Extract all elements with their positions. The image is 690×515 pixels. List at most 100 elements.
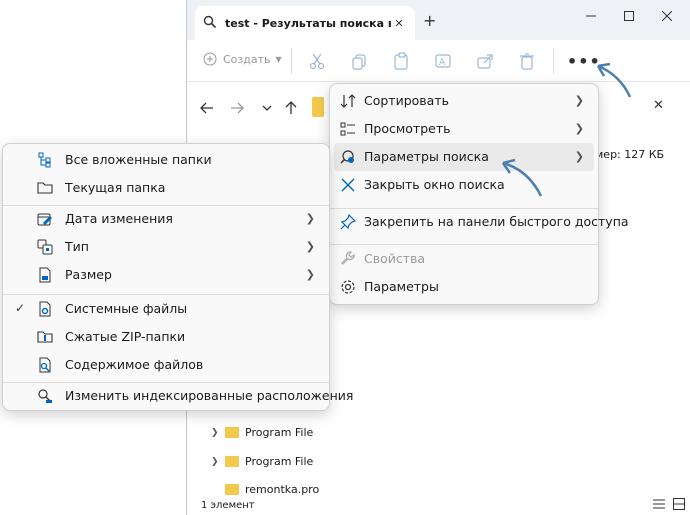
menu-item-label: Параметры поиска [364, 149, 489, 164]
folder-icon [225, 484, 239, 495]
tree-item[interactable]: remontka.pro [211, 483, 319, 496]
wrench-icon [340, 251, 356, 267]
tiles-view-icon[interactable] [673, 498, 685, 513]
toolbar-divider [291, 48, 292, 74]
chevron-right-icon: ❯ [305, 212, 315, 225]
menu-item-pin-quick-access[interactable]: Закрепить на панели быстрого доступа [334, 208, 629, 236]
folder-icon [225, 427, 239, 438]
folder-icon [37, 180, 53, 196]
menu-item-properties: Свойства [334, 245, 594, 273]
pin-icon [340, 213, 357, 230]
details-size: мер: 127 КБ [595, 148, 665, 161]
chevron-right-icon: ❯ [211, 427, 219, 438]
gear-icon [340, 279, 356, 295]
tree-item-label: remontka.pro [245, 483, 320, 496]
back-arrow-icon[interactable] [199, 100, 215, 116]
menu-item-view[interactable]: Просмотреть ❯ [334, 115, 594, 143]
menu-item-close-search[interactable]: Закрыть окно поиска [334, 171, 594, 199]
svg-text:A: A [439, 58, 446, 68]
submenu-item-label: Все вложенные папки [65, 152, 212, 167]
submenu-item-label: Содержимое файлов [65, 357, 204, 372]
tree-item[interactable]: ❯ Program File [211, 455, 313, 468]
menu-item-label: Сортировать [364, 93, 449, 108]
create-label: Создать [223, 52, 271, 66]
cut-icon[interactable] [307, 51, 327, 71]
submenu-item-date-modified[interactable]: Дата изменения ❯ [7, 205, 325, 233]
submenu-item-current-folder[interactable]: Текущая папка [7, 174, 325, 202]
status-bar-text: 1 элемент [201, 500, 255, 511]
create-button[interactable]: Создать ▼ [203, 52, 282, 66]
sort-icon [340, 93, 356, 109]
toolbar-divider [553, 48, 554, 74]
plus-circle-icon [203, 52, 217, 66]
chevron-right-icon: ❯ [574, 150, 584, 163]
chevron-right-icon: ❯ [305, 268, 315, 281]
menu-item-label: Свойства [364, 251, 426, 266]
copy-icon[interactable] [349, 51, 369, 71]
view-icon [340, 121, 356, 137]
minimize-icon[interactable] [577, 6, 605, 26]
submenu-item-label: Текущая папка [65, 180, 166, 195]
search-options-icon [340, 149, 356, 165]
delete-icon[interactable] [517, 51, 537, 71]
chevron-right-icon: ❯ [574, 122, 584, 135]
paste-icon[interactable] [391, 51, 411, 71]
rename-icon[interactable]: A [433, 51, 453, 71]
chevron-right-icon: ❯ [305, 240, 315, 253]
menu-item-label: Просмотреть [364, 121, 451, 136]
submenu-item-label: Размер [65, 267, 112, 282]
search-icon [203, 15, 217, 32]
menu-item-search-options[interactable]: Параметры поиска ❯ [334, 143, 594, 171]
menu-item-label: Закрепить на панели быстрого доступа [364, 214, 629, 229]
submenu-item-label: Системные файлы [65, 301, 188, 316]
details-view-icon[interactable] [653, 498, 665, 513]
system-file-icon [37, 301, 53, 317]
submenu-item-label: Изменить индексированные расположения [65, 388, 354, 403]
recent-chevron-icon[interactable] [259, 100, 275, 116]
submenu-item-type[interactable]: Тип ❯ [7, 233, 325, 261]
menu-item-sort[interactable]: Сортировать ❯ [334, 87, 594, 115]
submenu-item-label: Сжатые ZIP-папки [65, 329, 186, 344]
tab-title: test - Результаты поиска в "J [225, 16, 391, 30]
address-folder-icon [312, 97, 324, 117]
title-bar: test - Результаты поиска в "J ✕ + [187, 0, 690, 40]
size-icon [37, 267, 53, 283]
submenu-item-file-contents[interactable]: Содержимое файлов [7, 351, 325, 379]
tree-item-label: Program File [245, 455, 314, 468]
tab-search-results[interactable]: test - Результаты поиска в "J ✕ [195, 6, 415, 40]
submenu-item-all-subfolders[interactable]: Все вложенные папки [7, 146, 325, 174]
submenu-item-system-files[interactable]: ✓ Системные файлы [7, 295, 325, 323]
more-options-button[interactable]: ••• [567, 52, 601, 71]
chevron-right-icon: ❯ [574, 94, 584, 107]
file-content-icon [37, 357, 53, 373]
up-arrow-icon[interactable] [283, 100, 299, 116]
window-close-icon[interactable] [653, 6, 681, 26]
tab-close-icon[interactable]: ✕ [391, 17, 407, 30]
new-tab-icon[interactable]: + [423, 11, 436, 30]
submenu-item-change-indexed-locations[interactable]: Изменить индексированные расположения [7, 382, 353, 410]
calendar-icon [37, 211, 53, 227]
tree-item[interactable]: ❯ Program File [211, 426, 313, 439]
tree-item-label: Program File [245, 426, 314, 439]
index-icon [37, 388, 53, 404]
submenu-item-zip-folders[interactable]: Сжатые ZIP-папки [7, 323, 325, 351]
menu-item-label: Закрыть окно поиска [364, 177, 505, 192]
chevron-right-icon: ❯ [211, 456, 219, 467]
search-options-submenu: Все вложенные папки Текущая папка Дата и… [2, 143, 353, 411]
zip-folder-icon [37, 329, 53, 345]
subfolders-icon [37, 152, 53, 168]
maximize-icon[interactable] [615, 6, 643, 26]
close-icon [340, 177, 356, 193]
submenu-item-label: Тип [65, 239, 89, 254]
folder-icon [225, 456, 239, 467]
more-options-menu: Сортировать ❯ Просмотреть ❯ Параметры по… [329, 83, 629, 305]
forward-arrow-icon[interactable] [229, 100, 245, 116]
checkmark-icon: ✓ [15, 301, 26, 315]
submenu-item-size[interactable]: Размер ❯ [7, 261, 325, 289]
submenu-item-label: Дата изменения [65, 211, 173, 226]
menu-item-options[interactable]: Параметры [334, 273, 594, 301]
type-icon [37, 239, 53, 255]
search-clear-icon[interactable]: ✕ [653, 98, 664, 113]
chevron-down-icon: ▼ [275, 54, 282, 64]
share-icon[interactable] [475, 51, 495, 71]
